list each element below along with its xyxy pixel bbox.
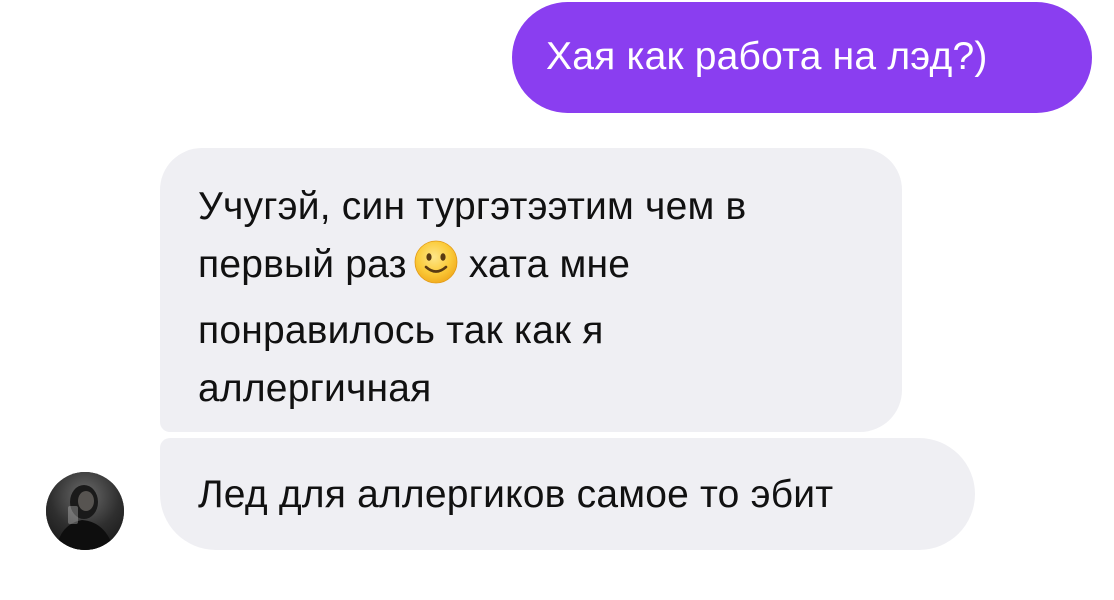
message-line: Учугэй, син тургэтээтим чем в [198, 185, 747, 228]
slightly-smiling-face-icon [413, 239, 459, 302]
message-line: понравилось так как я [198, 309, 604, 352]
message-line: первый раз хата мне [198, 236, 872, 302]
message-text-fragment: первый раз [198, 243, 407, 286]
outgoing-message-bubble[interactable]: Хая как работа на лэд?) [512, 2, 1092, 113]
sender-avatar[interactable] [46, 472, 124, 550]
profile-photo-icon [46, 472, 124, 550]
outgoing-message-text: Хая как работа на лэд?) [546, 35, 988, 78]
incoming-message-bubble[interactable]: Учугэй, син тургэтээтим чем в первый раз… [160, 148, 902, 432]
message-text-fragment: хата мне [468, 243, 631, 286]
incoming-message-text: Лед для аллергиков самое то эбит [198, 473, 834, 516]
message-line: аллергичная [198, 367, 432, 410]
incoming-message-bubble[interactable]: Лед для аллергиков самое то эбит [160, 438, 975, 550]
